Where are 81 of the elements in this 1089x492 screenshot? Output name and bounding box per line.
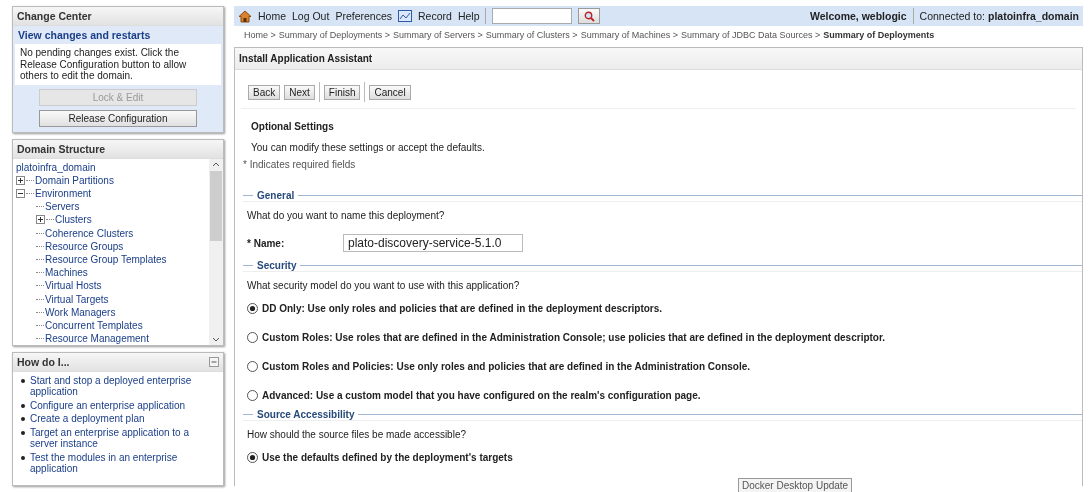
cancel-button[interactable]: Cancel — [369, 84, 411, 100]
tree-item[interactable]: Environment — [35, 186, 92, 201]
toolbar-link[interactable]: Log Out — [292, 10, 330, 22]
breadcrumb-link[interactable]: Summary of Deployments > — [278, 30, 391, 40]
tree-item[interactable]: Virtual Hosts — [45, 279, 102, 293]
bullet-icon — [21, 378, 25, 383]
question-text: What do you want to name this deployment? — [246, 209, 446, 221]
radio-button[interactable] — [247, 361, 258, 372]
tree-item[interactable]: Work Managers — [45, 305, 116, 319]
chart-icon[interactable] — [398, 10, 412, 22]
panel-title: Change Center — [13, 7, 223, 26]
search-button[interactable] — [578, 8, 601, 24]
required-note: * Indicates required fields — [242, 158, 357, 170]
breadcrumb-link[interactable]: Home > — [244, 30, 276, 40]
task-link[interactable]: Test the modules in an enterprise application — [30, 451, 217, 475]
section-heading: Optional Settings — [250, 120, 335, 132]
search-icon — [584, 10, 595, 22]
breadcrumb-link[interactable]: Summary of Machines > — [580, 30, 678, 40]
question-text: What security model do you want to use with this application? — [246, 279, 521, 291]
field-label: * Name: — [247, 237, 286, 249]
release-configuration-button[interactable]: Release Configuration — [39, 109, 197, 127]
question-text: How should the source files be made accessible? — [246, 428, 467, 440]
section-title: Security — [257, 260, 297, 271]
radio-label: DD Only: Use only roles and policies that are defined in the deployment descriptors. — [262, 303, 663, 314]
expand-icon[interactable] — [36, 215, 45, 225]
panel-title: How do I... — [17, 355, 70, 368]
tree-item[interactable]: Resource Management — [45, 332, 149, 345]
back-button[interactable]: Back — [248, 84, 281, 100]
radio-label: Use the defaults defined by the deployment's targets — [262, 452, 513, 463]
status-message: No pending changes exist. Click the Release Configuration button to allow others to edit the domain. — [15, 44, 221, 85]
tree-item[interactable]: Servers — [45, 200, 80, 214]
name-input[interactable]: plato-discovery-service-5.1.0 — [343, 234, 523, 252]
bullet-icon — [21, 403, 25, 408]
finish-button[interactable]: Finish — [323, 84, 361, 100]
toolbar-link[interactable]: Record — [418, 10, 452, 22]
tree-item[interactable]: Resource Group Templates — [45, 252, 167, 267]
toolbar-link[interactable]: Help — [457, 10, 480, 22]
bullet-icon — [21, 417, 25, 421]
panel-title: Domain Structure — [13, 139, 223, 159]
panel-title: Install Application Assistant — [235, 48, 1082, 70]
section-title: Source Accessibility — [257, 409, 355, 420]
task-link[interactable]: Target an enterprise application to a server instance — [30, 426, 217, 450]
domain-name: platoinfra_domain — [988, 10, 1079, 22]
tooltip: Docker Desktop Update — [738, 478, 853, 492]
tree-item[interactable]: platoinfra_domain — [16, 160, 96, 174]
home-icon[interactable] — [238, 9, 252, 23]
tree-item[interactable]: Clusters — [55, 213, 92, 227]
breadcrumb-link[interactable]: Summary of JDBC Data Sources > — [680, 30, 821, 40]
radio-button[interactable] — [247, 332, 258, 343]
breadcrumb-link[interactable]: Summary of Servers > — [393, 30, 483, 40]
bullet-icon — [21, 430, 25, 435]
tree-item[interactable]: Domain Partitions — [35, 173, 114, 187]
next-button[interactable]: Next — [284, 84, 315, 100]
radio-button[interactable] — [247, 390, 258, 401]
view-changes-link[interactable]: View changes and restarts — [13, 26, 223, 44]
task-link[interactable]: Create a deployment plan — [30, 413, 145, 425]
tree-item[interactable]: Resource Groups — [45, 239, 124, 253]
radio-label: Custom Roles and Policies: Use only roles and policies that are defined in the Administration Console. — [262, 361, 751, 372]
toolbar-link[interactable]: Home — [258, 10, 286, 22]
collapse-icon[interactable] — [16, 189, 25, 198]
connection-label: Connected to: — [919, 10, 985, 22]
radio-button[interactable] — [247, 303, 258, 314]
tree-item[interactable]: Concurrent Templates — [45, 318, 143, 333]
tree-item[interactable]: Coherence Clusters — [45, 226, 134, 240]
radio-label: Advanced: Use a custom model that you have configured on the realm's configuration page. — [262, 390, 701, 401]
breadcrumb-link[interactable]: Summary of Clusters > — [485, 30, 578, 40]
task-link[interactable]: Start and stop a deployed enterprise application — [30, 374, 217, 398]
task-link[interactable]: Configure an enterprise application — [30, 399, 186, 411]
bullet-icon — [21, 455, 25, 460]
radio-button[interactable] — [247, 452, 258, 463]
expand-icon[interactable] — [16, 175, 25, 185]
search-field[interactable] — [492, 8, 573, 24]
section-title: General — [257, 190, 295, 201]
intro-text: You can modify these settings or accept the defaults. — [250, 141, 486, 153]
tree-item[interactable]: Virtual Targets — [45, 292, 109, 306]
radio-label: Custom Roles: Use roles that are defined in the Administration Console; use policies that are defined in the deployment descriptor. — [262, 332, 886, 343]
breadcrumb-link[interactable]: Summary of Deployments — [823, 30, 935, 40]
welcome-text: Welcome, weblogic — [809, 10, 907, 22]
tree-item[interactable]: Machines — [45, 266, 88, 280]
toolbar-link[interactable]: Preferences — [335, 10, 392, 22]
scrollbar[interactable] — [209, 158, 223, 345]
